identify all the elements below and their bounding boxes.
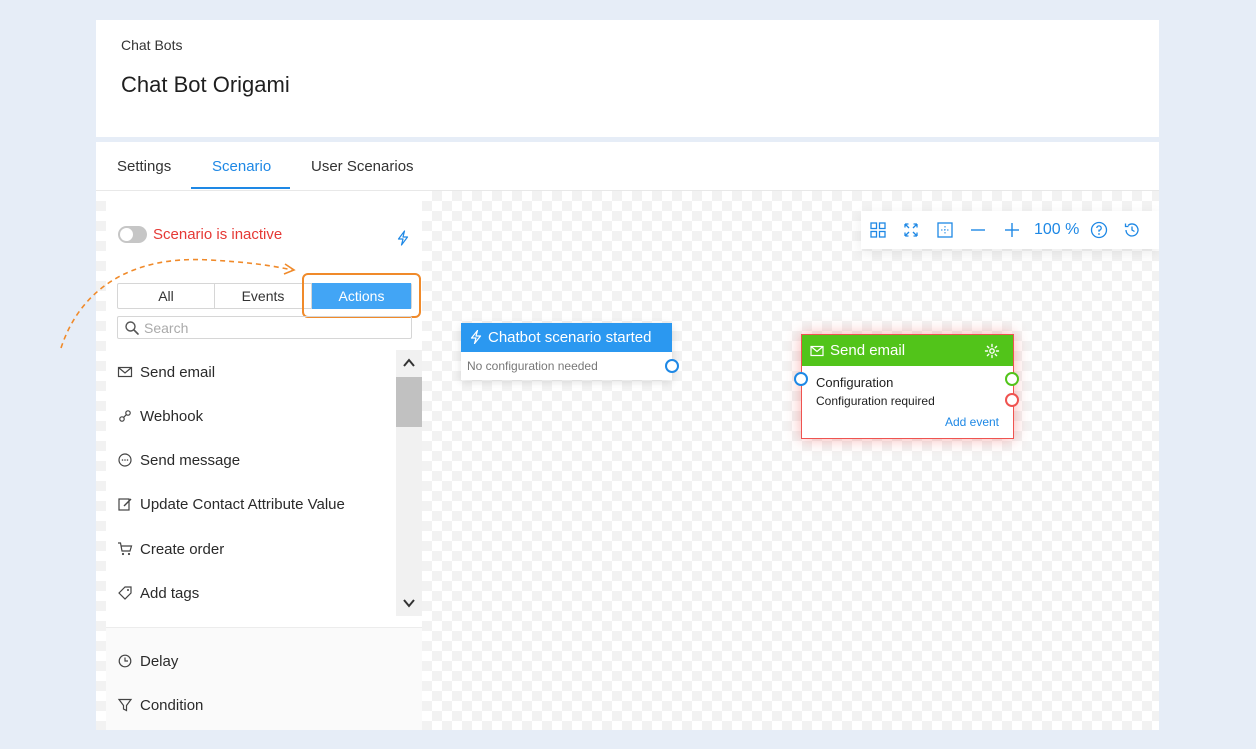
bolt-icon [470,330,482,344]
history-icon[interactable] [1123,221,1141,239]
action-add-tags[interactable]: Add tags [117,582,199,604]
filter-segmented-control: All Events Actions [117,283,412,309]
tab-user-scenarios[interactable]: User Scenarios [311,142,414,190]
search-field[interactable] [117,316,412,339]
output-port[interactable] [665,359,679,373]
main-card: Settings Scenario User Scenarios Scenari… [96,142,1159,730]
action-delay[interactable]: Delay [117,650,178,672]
action-label: Delay [140,652,179,670]
tag-icon [118,586,132,600]
scroll-thumb[interactable] [396,377,422,427]
clock-icon [118,654,132,668]
breadcrumb[interactable]: Chat Bots [121,37,182,53]
edit-icon [118,498,132,511]
webhook-icon [119,410,131,422]
node-header: Chatbot scenario started [461,323,672,352]
node-title: Chatbot scenario started [488,329,652,346]
actions-sidebar: Scenario is inactive All Events Actions … [106,207,422,730]
chevron-down-icon[interactable] [396,590,422,616]
config-status: Configuration required [816,394,935,408]
add-event-link[interactable]: Add event [945,415,999,429]
node-send-email[interactable]: Send email Configuration Configuration r… [794,334,1019,439]
action-send-message[interactable]: Send message [117,449,240,471]
search-input[interactable] [144,319,404,336]
frame-icon[interactable] [936,221,954,239]
action-label: Condition [140,696,204,714]
scenario-status-label: Scenario is inactive [153,226,283,243]
success-port[interactable] [1005,372,1019,386]
cart-icon [118,542,133,556]
action-send-email[interactable]: Send email [117,361,215,383]
control-items: Delay Condition [106,628,422,730]
canvas-edge [96,191,106,730]
help-icon[interactable] [1090,221,1108,239]
action-label: Send message [140,451,241,469]
filter-actions[interactable]: Actions [312,283,411,309]
grid-icon[interactable] [869,221,887,239]
zoom-level: 100 % [1034,221,1080,238]
action-create-order[interactable]: Create order [117,538,224,560]
action-label: Webhook [140,407,204,425]
chevron-up-icon[interactable] [396,350,422,376]
bolt-icon[interactable] [395,230,411,246]
config-label: Configuration [816,375,894,390]
tab-scenario[interactable]: Scenario [212,142,271,190]
mail-icon [810,345,824,357]
scenario-canvas[interactable] [422,191,1159,730]
message-icon [118,453,132,467]
action-label: Update Contact Attribute Value [140,495,345,513]
page-title: Chat Bot Origami [121,72,290,97]
input-port[interactable] [794,372,808,386]
zoom-in-icon[interactable] [1003,221,1021,239]
header-card: Chat Bots Chat Bot Origami [96,20,1159,137]
action-list-scrollbar[interactable] [396,350,422,616]
tab-settings[interactable]: Settings [117,142,171,190]
action-label: Send email [140,363,216,381]
failure-port[interactable] [1005,393,1019,407]
search-icon [125,321,139,335]
toggle-knob [120,228,133,241]
scenario-active-toggle[interactable] [118,226,147,243]
node-body: No configuration needed [467,359,598,373]
active-tab-indicator [191,187,290,189]
node-scenario-started[interactable]: Chatbot scenario started No configuratio… [461,323,679,380]
filter-events[interactable]: Events [215,284,312,308]
action-update-contact-attribute[interactable]: Update Contact Attribute Value [117,493,345,515]
tab-bar: Settings Scenario User Scenarios [96,142,1159,191]
mail-icon [117,366,133,378]
filter-all[interactable]: All [118,284,215,308]
zoom-out-icon[interactable] [969,221,987,239]
canvas-toolbar: 100 % [861,211,1159,249]
action-webhook[interactable]: Webhook [117,405,203,427]
action-label: Add tags [140,584,200,602]
action-condition[interactable]: Condition [117,694,203,716]
action-label: Create order [140,540,225,558]
node-header: Send email [802,335,1013,366]
fit-screen-icon[interactable] [902,221,920,239]
gear-icon[interactable] [984,343,1000,359]
node-title: Send email [830,342,906,359]
filter-icon [117,698,133,712]
